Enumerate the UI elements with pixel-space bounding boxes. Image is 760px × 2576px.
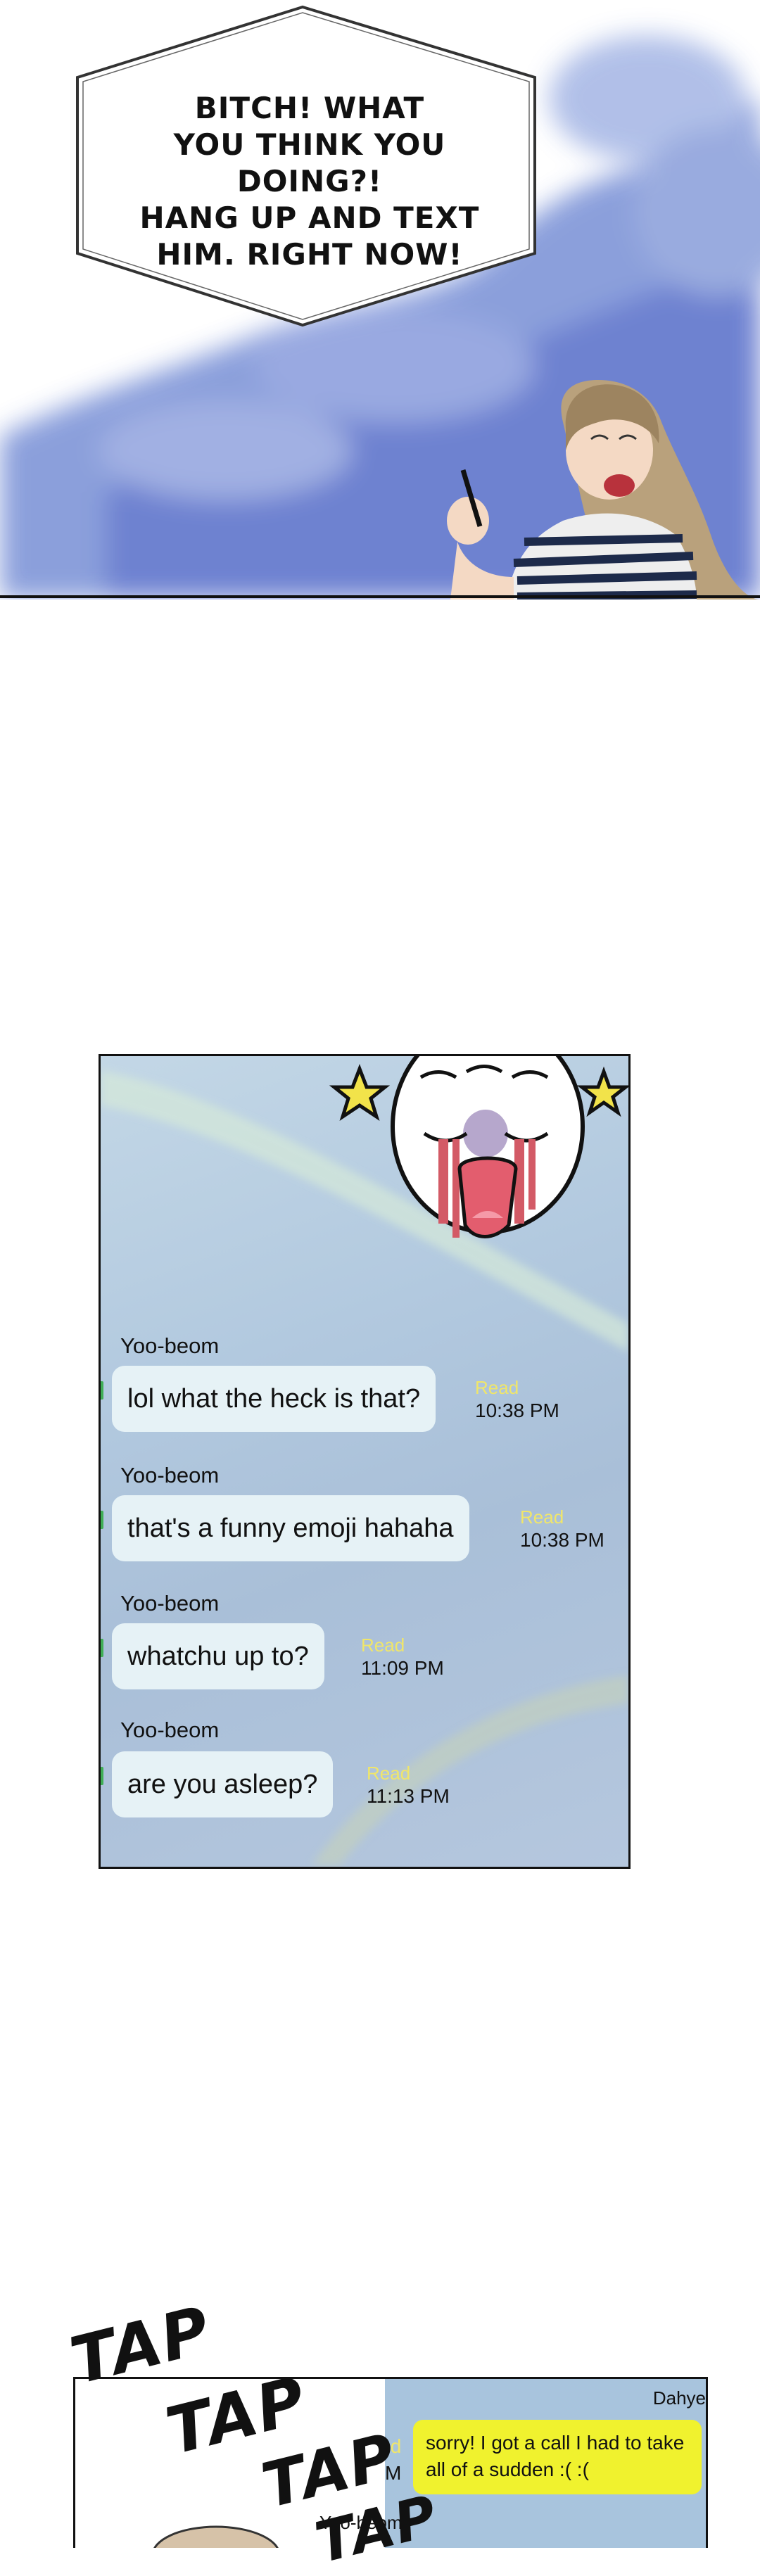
panel-sky: BITCH! WHAT YOU THINK YOU DOING?! HANG U… <box>0 0 760 599</box>
message-bubble: lol what the heck is that? <box>112 1366 436 1432</box>
read-status: Read <box>361 1635 405 1656</box>
speech-line: HANG UP AND TEXT <box>139 201 480 235</box>
message-bubble: are you asleep? <box>112 1751 334 1817</box>
speech-line: HIM. RIGHT NOW! <box>156 237 463 272</box>
message-time: 11:09 PM <box>361 1657 444 1679</box>
read-status: Read <box>520 1506 564 1528</box>
bubble-tick <box>101 1767 103 1785</box>
chat-background-art <box>101 1056 628 1865</box>
star-icon <box>576 1066 628 1117</box>
my-message-bubble: sorry! I got a call I had to take all of… <box>413 2420 702 2494</box>
message-time: 11:13 PM <box>367 1785 450 1807</box>
bubble-tick <box>101 1381 103 1400</box>
chat-panel: Yoo-beom lol what the heck is that? Read… <box>99 1054 631 1869</box>
sender-name: Yoo-beom <box>120 1333 220 1358</box>
sender-name: Yoo-beom <box>120 1718 220 1742</box>
message-time: 10:38 PM <box>475 1400 559 1421</box>
message-bubble: whatchu up to? <box>112 1623 324 1689</box>
sender-name: Dahye <box>652 2387 706 2409</box>
sender-name: Yoo-beom <box>120 1591 220 1616</box>
message-time: 10:38 PM <box>520 1529 604 1551</box>
star-icon <box>329 1064 391 1121</box>
speech-bubble-text: BITCH! WHAT YOU THINK YOU DOING?! HANG U… <box>106 90 514 273</box>
read-status: Read <box>367 1763 411 1784</box>
bubble-tick <box>101 1639 103 1657</box>
bubble-tick <box>101 1511 103 1529</box>
speech-line: BITCH! WHAT <box>194 91 425 125</box>
speech-line: YOU THINK YOU DOING?! <box>173 127 446 198</box>
read-status: Read <box>475 1377 519 1398</box>
sender-name: Yoo-beom <box>120 1463 220 1487</box>
message-bubble: that's a funny emoji hahaha <box>112 1495 469 1561</box>
